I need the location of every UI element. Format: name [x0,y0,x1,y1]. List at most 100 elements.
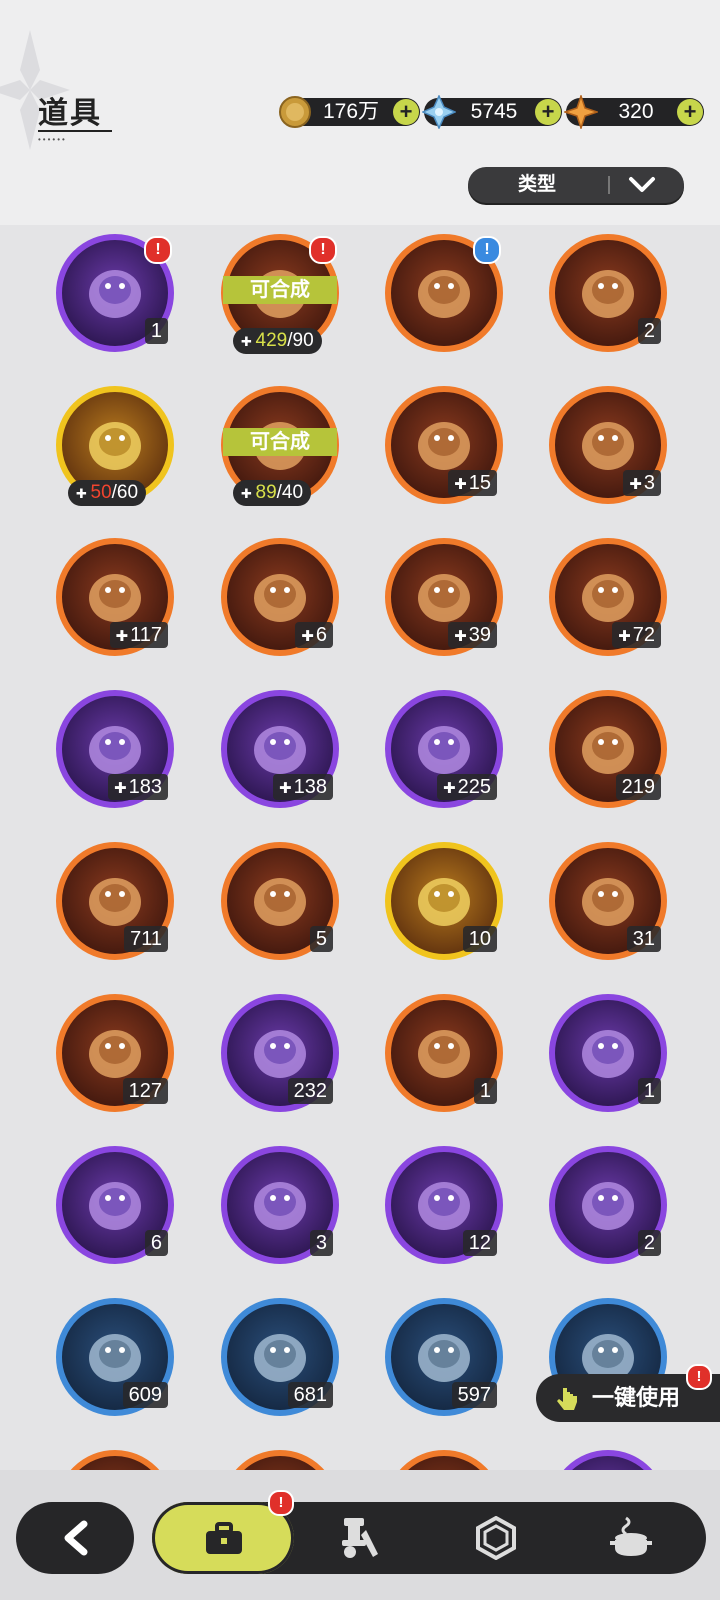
item-count-value: 681 [293,1384,327,1406]
back-arrow-icon [64,1520,88,1556]
item-slot[interactable]: 597 [385,1298,503,1416]
gold-amount: 176万 [322,100,380,123]
purple-crystal-card-icon [582,270,634,318]
item-count-value: 232 [293,1080,327,1102]
item-slot[interactable]: ✚ 72 [549,538,667,656]
item-count: 609 [122,1382,168,1408]
item-slot[interactable]: 219 [549,690,667,808]
yellow-chick-icon [418,726,470,774]
puzzle-icon: ✚ [241,334,256,349]
gold-coin-icon [279,96,311,128]
type-filter-label: 类型 [518,174,557,195]
blue-crystal-icon [422,95,456,129]
item-slot[interactable]: ✚ 183 [56,690,174,808]
item-slot[interactable] [385,1450,503,1470]
hand-pointer-icon [557,1388,577,1410]
red-eye-bear-icon [254,726,306,774]
item-count: 2 [637,318,661,344]
item-slot[interactable]: ✚ 39 [385,538,503,656]
item-grid: 1! 可合成 ✚ 429/90!! 2 ✚ 50/60 可合成 ✚ 89/40 ✚ 15 ✚ 3 ✚ 1… [0,225,720,1470]
item-slot[interactable]: 2 [549,234,667,352]
item-slot[interactable]: 2 [549,1146,667,1264]
item-slot[interactable]: 10 [385,842,503,960]
item-slot[interactable]: 232 [221,994,339,1112]
puzzle-icon: ✚ [454,628,467,645]
item-slot[interactable]: 609 [56,1298,174,1416]
shovel-icon [89,1334,141,1382]
item-count: ✚ 183 [108,774,168,800]
item-slot[interactable]: ✚ 225 [385,690,503,808]
item-slot[interactable]: 127 [56,994,174,1112]
item-slot[interactable]: 31 [549,842,667,960]
puzzle-icon: ✚ [629,476,642,493]
add-star-button[interactable]: + [677,99,703,125]
item-slot[interactable]: 可合成 ✚ 89/40 [221,386,339,506]
item-slot[interactable]: 681 [221,1298,339,1416]
knight-creature-icon [254,574,306,622]
add-gold-button[interactable]: + [393,99,419,125]
glove-icon [254,1334,306,1382]
item-count: 12 [462,1230,497,1256]
fragment-owned: 89 [255,482,277,503]
item-slot[interactable]: 5 [221,842,339,960]
item-count-value: 39 [468,624,491,646]
item-count: ✚ 15 [448,470,497,496]
hexagon-gem-icon [476,1515,516,1561]
blue-crystal-star-icon [89,878,141,926]
item-slot[interactable]: ! [385,234,503,352]
chevron-down-icon [629,177,655,192]
treasure-chest-icon [418,270,470,318]
item-count-value: 597 [457,1384,491,1406]
purple-character-card-icon [254,1030,306,1078]
tab-equipment[interactable] [336,1516,384,1565]
paw-charm-icon [254,878,306,926]
info-badge: ! [473,236,501,264]
currency-star: 320 + [564,95,704,129]
item-slot[interactable]: ✚ 3 [549,386,667,504]
gold-pouch-icon [89,1182,141,1230]
item-slot[interactable]: ✚ 15 [385,386,503,504]
item-slot[interactable]: 可合成 ✚ 429/90! [221,234,339,354]
item-count-value: 127 [128,1080,162,1102]
dolphin-card-icon [418,1030,470,1078]
tab-gems[interactable] [474,1515,518,1565]
synthesizable-label: 可合成 [223,428,337,456]
item-count-value: 219 [621,776,655,798]
item-slot[interactable]: ✚ 117 [56,538,174,656]
item-slot[interactable]: 3 [221,1146,339,1264]
currency-crystal: 5745 + [422,95,562,129]
item-count: 1 [637,1078,661,1104]
item-count-value: 225 [457,776,491,798]
item-slot[interactable]: ✚ 50/60 [56,386,174,506]
item-count-value: 2 [643,1232,655,1254]
star-amount: 320 [618,100,654,123]
quick-use-label: 一键使用 [592,1385,681,1410]
add-crystal-button[interactable]: + [535,99,561,125]
quick-use-button[interactable]: 一键使用 ! [536,1364,720,1422]
item-count: ✚ 3 [623,470,661,496]
puzzle-icon: ✚ [76,486,91,501]
item-count-value: 5 [315,928,327,950]
puzzle-icon: ✚ [301,628,314,645]
item-count-value: 609 [128,1384,162,1406]
item-slot[interactable] [56,1450,174,1470]
item-count: ✚ 72 [612,622,661,648]
item-slot[interactable]: 1 [549,994,667,1112]
blue-character-card-icon [582,878,634,926]
item-slot[interactable] [549,1450,667,1470]
item-slot[interactable]: 12 [385,1146,503,1264]
item-slot[interactable]: ✚ 138 [221,690,339,808]
gear-tools-icon [342,1518,378,1558]
item-slot[interactable] [221,1450,339,1470]
item-slot[interactable]: 711 [56,842,174,960]
back-button[interactable] [16,1502,134,1574]
item-count: 1 [144,318,168,344]
item-slot[interactable]: 1! [56,234,174,352]
tab-cooking[interactable] [608,1514,654,1565]
item-slot[interactable]: 6 [56,1146,174,1264]
item-slot[interactable]: ✚ 6 [221,538,339,656]
item-count: ✚ 39 [448,622,497,648]
type-filter-dropdown[interactable]: 类型 [468,167,684,203]
eyepatch-bear-icon [418,574,470,622]
item-slot[interactable]: 1 [385,994,503,1112]
